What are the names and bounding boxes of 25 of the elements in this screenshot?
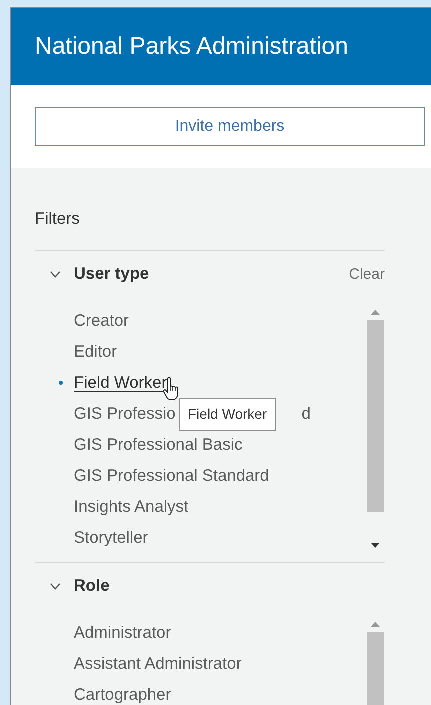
filter-option[interactable]: Editor bbox=[74, 342, 118, 362]
filter-option[interactable]: Administrator bbox=[74, 622, 172, 642]
scroll-up-arrow-icon bbox=[371, 310, 380, 315]
filter-option[interactable]: Insights Analyst bbox=[74, 496, 189, 516]
filter-option[interactable]: Creator bbox=[74, 310, 130, 330]
invite-members-button[interactable]: Invite members bbox=[35, 107, 425, 146]
filter-option-fragment: d bbox=[302, 404, 311, 424]
tooltip: Field Worker bbox=[179, 398, 276, 431]
chevron-down-icon[interactable] bbox=[50, 582, 61, 590]
filter-option[interactable]: Cartographer bbox=[74, 684, 172, 704]
scroll-up-arrow-icon bbox=[371, 622, 380, 627]
filter-option[interactable]: Storyteller bbox=[74, 528, 148, 548]
filter-option[interactable]: GIS Professional Standard bbox=[74, 466, 270, 486]
filters-heading: Filters bbox=[35, 209, 80, 229]
filter-option[interactable]: Assistant Administrator bbox=[74, 654, 242, 674]
scrollbar-thumb[interactable] bbox=[367, 320, 384, 512]
scroll-down-arrow-icon bbox=[371, 543, 380, 548]
chevron-down-icon[interactable] bbox=[50, 270, 61, 278]
clear-link[interactable]: Clear bbox=[349, 264, 385, 286]
filter-group-title: User type bbox=[74, 264, 150, 285]
filter-option[interactable]: GIS Professio bbox=[74, 404, 176, 424]
filter-group-title: Role bbox=[74, 576, 110, 597]
filter-option[interactable]: GIS Professional Basic bbox=[74, 434, 243, 454]
header-title: National Parks Administration bbox=[35, 32, 348, 62]
filter-option[interactable]: Field Worker bbox=[74, 372, 168, 392]
